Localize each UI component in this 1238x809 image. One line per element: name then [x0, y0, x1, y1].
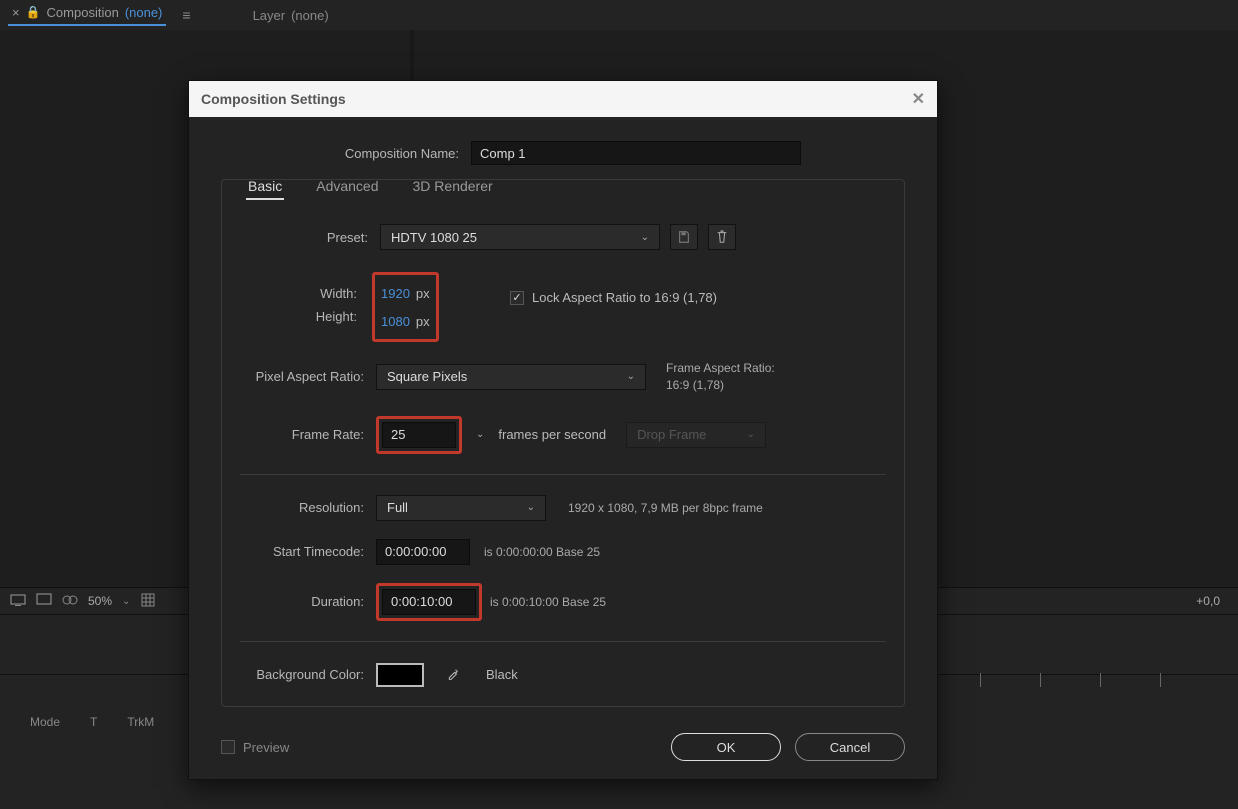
dialog-title: Composition Settings — [201, 91, 346, 107]
height-unit: px — [416, 314, 430, 329]
layer-none: (none) — [291, 8, 329, 23]
framerate-input[interactable]: 25 — [382, 422, 456, 448]
resolution-value: Full — [387, 500, 408, 515]
zoom-caret-icon[interactable]: ⌄ — [122, 596, 130, 607]
bgcolor-name: Black — [486, 667, 518, 682]
layer-panel-tab[interactable]: Layer (none) — [249, 8, 333, 23]
lock-aspect-checkbox[interactable]: ✓ — [510, 291, 524, 305]
grid-icon[interactable] — [140, 592, 156, 611]
col-mode[interactable]: Mode — [30, 715, 60, 729]
dropframe-dropdown: Drop Frame ⌄ — [626, 422, 766, 448]
comp-name-input[interactable] — [471, 141, 801, 165]
width-input[interactable]: 1920 — [381, 286, 410, 301]
height-input[interactable]: 1080 — [381, 314, 410, 329]
col-t[interactable]: T — [90, 715, 97, 729]
duration-label: Duration: — [240, 594, 376, 609]
lock-icon[interactable]: 🔒 — [26, 5, 41, 19]
zoom-level[interactable]: 50% — [88, 594, 112, 608]
save-preset-button[interactable] — [670, 224, 698, 250]
start-timecode-label: Start Timecode: — [240, 544, 376, 559]
resolution-info: 1920 x 1080, 7,9 MB per 8bpc frame — [568, 501, 763, 515]
framerate-label: Frame Rate: — [240, 427, 376, 442]
exposure-value[interactable]: +0,0 — [1196, 594, 1228, 608]
chevron-down-icon: ⌄ — [627, 232, 649, 243]
framerate-unit: frames per second — [498, 427, 606, 442]
chevron-down-icon: ⌄ — [513, 502, 535, 513]
panel-tab-bar: × 🔒 Composition (none) ≡ Layer (none) — [0, 0, 1238, 30]
mask-icon[interactable] — [62, 592, 78, 611]
close-icon[interactable]: × — [12, 5, 20, 20]
col-trkmat[interactable]: TrkM — [127, 715, 154, 729]
cancel-button[interactable]: Cancel — [795, 733, 905, 761]
display-icon[interactable] — [36, 592, 52, 611]
tab-basic[interactable]: Basic — [246, 174, 284, 200]
composition-settings-dialog: Composition Settings ✕ Composition Name:… — [188, 80, 938, 780]
lock-aspect-label: Lock Aspect Ratio to 16:9 (1,78) — [532, 290, 717, 305]
close-icon[interactable]: ✕ — [912, 89, 925, 109]
par-label: Pixel Aspect Ratio: — [240, 369, 376, 384]
start-timecode-input[interactable]: 0:00:00:00 — [376, 539, 470, 565]
preset-dropdown[interactable]: HDTV 1080 25 ⌄ — [380, 224, 660, 250]
screen-icon[interactable] — [10, 592, 26, 611]
width-label: Width: — [241, 286, 369, 301]
ok-button[interactable]: OK — [671, 733, 781, 761]
composition-panel-tab[interactable]: × 🔒 Composition (none) — [8, 5, 166, 26]
chevron-down-icon[interactable]: ⌄ — [476, 429, 484, 440]
preview-label: Preview — [243, 740, 289, 755]
duration-info: is 0:00:10:00 Base 25 — [490, 595, 606, 609]
composition-none: (none) — [125, 5, 163, 20]
composition-panel-label: Composition — [47, 5, 119, 20]
par-dropdown[interactable]: Square Pixels ⌄ — [376, 364, 646, 390]
width-unit: px — [416, 286, 430, 301]
dialog-titlebar[interactable]: Composition Settings ✕ — [189, 81, 937, 117]
layer-panel-label: Layer — [253, 8, 286, 23]
frame-aspect-text: Frame Aspect Ratio: 16:9 (1,78) — [666, 360, 775, 394]
eyedropper-button[interactable] — [438, 662, 466, 688]
preset-label: Preset: — [240, 230, 380, 245]
tab-advanced[interactable]: Advanced — [314, 174, 380, 200]
resolution-dropdown[interactable]: Full ⌄ — [376, 495, 546, 521]
preview-checkbox[interactable]: ✓ — [221, 740, 235, 754]
bgcolor-swatch[interactable] — [376, 663, 424, 687]
chevron-down-icon: ⌄ — [747, 429, 755, 440]
panel-menu-icon[interactable]: ≡ — [182, 7, 190, 23]
duration-input[interactable]: 0:00:10:00 — [382, 589, 476, 615]
start-timecode-info: is 0:00:00:00 Base 25 — [484, 545, 600, 559]
tab-3d-renderer[interactable]: 3D Renderer — [411, 174, 495, 200]
comp-name-label: Composition Name: — [221, 146, 471, 161]
chevron-down-icon: ⌄ — [613, 371, 635, 382]
delete-preset-button[interactable] — [708, 224, 736, 250]
height-label: Height: — [241, 309, 369, 324]
resolution-label: Resolution: — [240, 500, 376, 515]
par-value: Square Pixels — [387, 369, 467, 384]
preset-value: HDTV 1080 25 — [391, 230, 477, 245]
bgcolor-label: Background Color: — [240, 667, 376, 682]
timeline-column-headers: Mode T TrkM — [30, 715, 154, 729]
